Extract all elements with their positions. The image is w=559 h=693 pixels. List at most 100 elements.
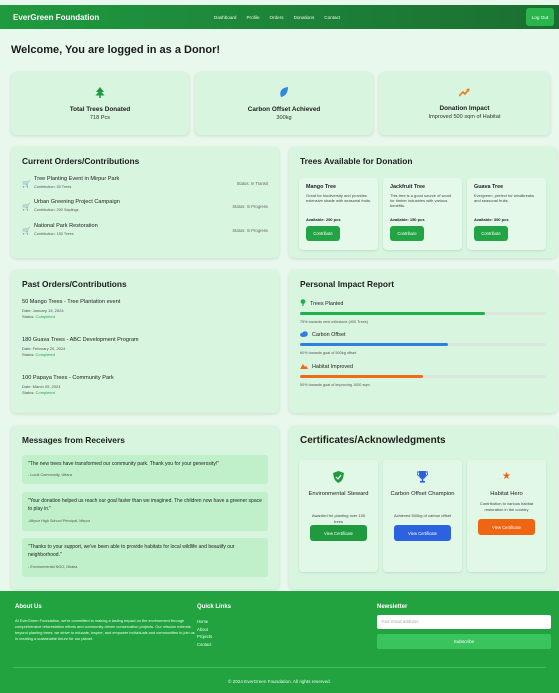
stat-title: Carbon Offset Achieved [247, 105, 321, 113]
footer-links-title: Quick Links [197, 604, 232, 610]
message-quote: "The new trees have transformed our comm… [28, 461, 220, 467]
view-certificate-button[interactable]: View Certificate [394, 525, 451, 541]
list-item[interactable]: 🛒 Tree Planting Event in Mirpur Park Con… [22, 176, 268, 194]
status-badge: Completed [35, 390, 55, 395]
stat-card-trees: Total Trees Donated 718 Pcs [11, 72, 189, 135]
contribute-button[interactable]: Contribute [474, 226, 508, 241]
progress-bar [300, 375, 546, 378]
view-certificate-button[interactable]: View Certificate [478, 519, 535, 535]
mountain-icon [300, 363, 308, 371]
footer-link-home[interactable]: Home [197, 618, 212, 626]
impact-note: 60% towards goal of 500kg offset [300, 351, 357, 355]
contribute-button[interactable]: Contribute [390, 226, 424, 241]
stat-value: 718 Pcs [89, 114, 111, 121]
message-author: - Local Community, Uttara [28, 473, 72, 477]
impact-note: 75% towards next milestone (400 Trees) [300, 320, 368, 324]
past-order-date: Date: March 05, 2024 [22, 384, 61, 389]
view-certificate-button[interactable]: View Certificate [310, 525, 367, 541]
certificate-card: Environmental Steward Awarded for planti… [299, 460, 378, 572]
nav-link-dashboard[interactable]: Dashboard [214, 15, 236, 20]
brand-logo[interactable]: EverGreen Foundation [13, 13, 99, 22]
footer: About Us At EverGreen Foundation, we're … [0, 591, 559, 693]
order-title: Tree Planting Event in Mirpur Park [34, 176, 120, 182]
certificate-description: Awarded for planting over 100 trees [311, 513, 366, 524]
order-title: National Park Restoration [34, 223, 98, 229]
section-title: Trees Available for Donation [300, 156, 413, 166]
order-contribution: Contribution: 150 Trees [34, 232, 74, 236]
tree-name: Guava Tree [474, 184, 504, 190]
status-badge: Completed [35, 314, 55, 319]
tree-name: Mango Tree [306, 184, 336, 190]
order-title: Urban Greening Project Campaign [34, 199, 120, 205]
order-status: Status: In Transit [236, 181, 268, 186]
footer-about-title: About Us [15, 604, 42, 610]
tree-availability: Available: 300 pcs [474, 217, 509, 222]
cloud-icon [300, 331, 308, 339]
status-badge: Completed [35, 352, 55, 357]
past-order-status: Status: Completed [22, 314, 55, 319]
section-title: Current Orders/Contributions [22, 156, 140, 166]
trophy-icon [383, 471, 462, 486]
contribute-button[interactable]: Contribute [306, 226, 340, 241]
list-item[interactable]: 🛒 Urban Greening Project Campaign Contri… [22, 199, 268, 217]
order-status: Status: In Progress [232, 204, 268, 209]
stat-value: Improved 500 sqm of Habitat [428, 113, 501, 120]
tree-icon [95, 86, 105, 101]
trend-up-icon [458, 88, 470, 100]
tree-description: Evergreen, perfect for windbreaks and se… [474, 193, 535, 203]
certificates-panel: Certificates/Acknowledgments Environment… [289, 426, 557, 589]
impact-carbon: Carbon Offset 60% towards goal of 500kg … [300, 331, 546, 355]
progress-bar [300, 312, 546, 315]
section-title: Past Orders/Contributions [22, 279, 127, 289]
order-status: Status: In Progress [232, 228, 268, 233]
trees-available-panel: Trees Available for Donation Mango Tree … [289, 147, 557, 258]
list-item[interactable]: 🛒 National Park Restoration Contribution… [22, 223, 268, 241]
page-title: Welcome, You are logged in as a Donor! [11, 44, 221, 56]
order-contribution: Contribution: 200 Saplings [34, 208, 79, 212]
footer-about-text: At EverGreen Foundation, we're committed… [15, 618, 195, 641]
nav-link-contact[interactable]: Contact [324, 15, 340, 20]
logout-button[interactable]: Log Out [526, 8, 554, 26]
stat-card-impact: Donation Impact Improved 500 sqm of Habi… [379, 72, 550, 135]
past-order-title: 180 Guava Trees - ABC Development Progra… [22, 337, 139, 343]
past-order-status: Status: Completed [22, 390, 55, 395]
subscribe-button[interactable]: Subscribe [377, 634, 551, 649]
nav-link-profile[interactable]: Profile [246, 15, 259, 20]
message-quote: "Thanks to your support, we've been able… [28, 544, 235, 558]
cart-icon: 🛒 [22, 181, 31, 188]
message-author: - Environmental NGO, Dhaka [28, 565, 78, 569]
stat-card-carbon: Carbon Offset Achieved 300kg [195, 72, 373, 135]
impact-label: Carbon Offset [312, 332, 346, 338]
certificate-description: Contribution to various habitat restorat… [479, 501, 534, 512]
list-item[interactable]: 100 Papaya Trees - Community Park Date: … [22, 375, 114, 395]
newsletter-email-input[interactable]: Your email address [377, 615, 551, 629]
section-title: Messages from Receivers [22, 435, 125, 445]
impact-label: Trees Planted [310, 300, 344, 307]
tree-card-guava: Guava Tree Evergreen, perfect for windbr… [467, 178, 546, 250]
footer-link-projects[interactable]: Projects [197, 633, 212, 641]
progress-fill [300, 375, 423, 378]
cart-icon: 🛒 [22, 204, 31, 211]
footer-link-about[interactable]: About [197, 626, 212, 634]
message-author: -Mirpur High School Principal, Mirpur [28, 519, 91, 523]
list-item[interactable]: 180 Guava Trees - ABC Development Progra… [22, 337, 139, 357]
list-item[interactable]: 50 Mango Trees - Tree Plantation event D… [22, 299, 120, 319]
order-contribution: Contribution: 50 Trees [34, 185, 72, 189]
certificate-name: Environmental Steward [308, 491, 369, 497]
nav-link-donations[interactable]: Donations [294, 15, 315, 20]
tree-name: Jackfruit Tree [390, 184, 426, 190]
cart-icon: 🛒 [22, 228, 31, 235]
past-order-title: 100 Papaya Trees - Community Park [22, 375, 114, 381]
pin-icon [300, 299, 306, 308]
tree-availability: Available: 150 pcs [390, 217, 425, 222]
nav-link-orders[interactable]: Orders [270, 15, 284, 20]
stat-title: Donation Impact [439, 104, 490, 112]
tree-availability: Available: 200 pcs [306, 217, 341, 222]
footer-link-contact[interactable]: Contact [197, 641, 212, 649]
stat-value: 300kg [276, 114, 292, 121]
message-card: "The new trees have transformed our comm… [22, 455, 268, 484]
certificate-card: Carbon Offset Champion Achieved 500kg of… [383, 460, 462, 572]
copyright: © 2024 EverGreen Foundation. All rights … [228, 679, 331, 684]
past-order-title: 50 Mango Trees - Tree Plantation event [22, 299, 121, 305]
past-order-status: Status: Completed [22, 352, 55, 357]
